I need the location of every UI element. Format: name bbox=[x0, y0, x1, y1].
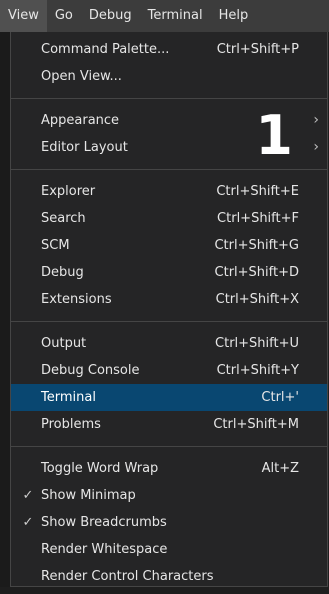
menu-item-render-whitespace[interactable]: Render Whitespace bbox=[11, 536, 327, 563]
menu-item-label: Search bbox=[41, 211, 86, 226]
menu-separator bbox=[11, 321, 327, 322]
menu-item-show-breadcrumbs[interactable]: ✓ Show Breadcrumbs bbox=[11, 509, 327, 536]
menu-group-panels: Output Ctrl+Shift+U Debug Console Ctrl+S… bbox=[11, 326, 327, 442]
chevron-right-icon: › bbox=[313, 112, 319, 128]
menu-item-debug-console[interactable]: Debug Console Ctrl+Shift+Y bbox=[11, 357, 327, 384]
menu-item-terminal[interactable]: Terminal Ctrl+' bbox=[11, 384, 327, 411]
menu-bar: View Go Debug Terminal Help bbox=[0, 0, 329, 32]
menu-item-label: Open View... bbox=[41, 69, 122, 84]
menu-help[interactable]: Help bbox=[211, 0, 257, 32]
menu-item-label: Render Whitespace bbox=[41, 542, 168, 557]
view-menu-dropdown: Command Palette... Ctrl+Shift+P Open Vie… bbox=[10, 32, 328, 587]
check-icon: ✓ bbox=[22, 488, 34, 503]
menu-item-debug[interactable]: Debug Ctrl+Shift+D bbox=[11, 259, 327, 286]
menu-item-label: Problems bbox=[41, 417, 101, 432]
chevron-right-icon: › bbox=[313, 139, 319, 155]
menu-item-command-palette[interactable]: Command Palette... Ctrl+Shift+P bbox=[11, 36, 327, 63]
editor-backdrop bbox=[0, 32, 10, 587]
menu-item-label: Extensions bbox=[41, 292, 112, 307]
menu-item-label: Output bbox=[41, 336, 87, 351]
menu-item-shortcut: Ctrl+Shift+P bbox=[216, 42, 299, 57]
menu-item-label: SCM bbox=[41, 238, 70, 253]
menu-item-shortcut: Ctrl+Shift+M bbox=[213, 417, 299, 432]
menu-item-label: Command Palette... bbox=[41, 42, 170, 57]
menu-item-label: Explorer bbox=[41, 184, 96, 199]
menu-item-explorer[interactable]: Explorer Ctrl+Shift+E bbox=[11, 178, 327, 205]
menu-item-label: Terminal bbox=[41, 390, 96, 405]
menu-item-editor-layout[interactable]: Editor Layout › bbox=[11, 134, 327, 161]
menu-item-shortcut: Ctrl+Shift+Y bbox=[216, 363, 299, 378]
menu-item-appearance[interactable]: Appearance › bbox=[11, 107, 327, 134]
menu-item-shortcut: Ctrl+Shift+E bbox=[216, 184, 299, 199]
menu-item-label: Show Breadcrumbs bbox=[41, 515, 167, 530]
menu-item-shortcut: Ctrl+Shift+F bbox=[217, 211, 299, 226]
check-icon: ✓ bbox=[22, 515, 34, 530]
menu-item-label: Appearance bbox=[41, 113, 120, 128]
menu-item-shortcut: Ctrl+Shift+X bbox=[215, 292, 299, 307]
menu-item-label: Render Control Characters bbox=[41, 569, 214, 584]
menu-item-label: Debug bbox=[41, 265, 84, 280]
menu-separator bbox=[11, 446, 327, 447]
menu-group-layout: 1 Appearance › Editor Layout › bbox=[11, 103, 327, 165]
menu-item-shortcut: Ctrl+Shift+G bbox=[214, 238, 299, 253]
menu-item-render-control-characters[interactable]: Render Control Characters bbox=[11, 563, 327, 590]
menu-item-shortcut: Ctrl+' bbox=[261, 390, 299, 405]
menu-item-scm[interactable]: SCM Ctrl+Shift+G bbox=[11, 232, 327, 259]
menu-item-extensions[interactable]: Extensions Ctrl+Shift+X bbox=[11, 286, 327, 313]
menu-item-search[interactable]: Search Ctrl+Shift+F bbox=[11, 205, 327, 232]
menu-item-shortcut: Ctrl+Shift+U bbox=[215, 336, 299, 351]
menu-debug[interactable]: Debug bbox=[81, 0, 140, 32]
menu-item-output[interactable]: Output Ctrl+Shift+U bbox=[11, 330, 327, 357]
menu-go[interactable]: Go bbox=[47, 0, 81, 32]
menu-view[interactable]: View bbox=[0, 0, 47, 32]
menu-separator bbox=[11, 98, 327, 99]
menu-group-commands: Command Palette... Ctrl+Shift+P Open Vie… bbox=[11, 32, 327, 94]
menu-group-editor-options: Toggle Word Wrap Alt+Z ✓ Show Minimap ✓ … bbox=[11, 451, 327, 594]
menu-separator bbox=[11, 169, 327, 170]
menu-item-open-view[interactable]: Open View... bbox=[11, 63, 327, 90]
menu-item-toggle-word-wrap[interactable]: Toggle Word Wrap Alt+Z bbox=[11, 455, 327, 482]
menu-item-show-minimap[interactable]: ✓ Show Minimap bbox=[11, 482, 327, 509]
menu-item-label: Toggle Word Wrap bbox=[41, 461, 159, 476]
menu-terminal[interactable]: Terminal bbox=[140, 0, 211, 32]
menu-item-problems[interactable]: Problems Ctrl+Shift+M bbox=[11, 411, 327, 438]
menu-item-label: Debug Console bbox=[41, 363, 140, 378]
menu-group-views: Explorer Ctrl+Shift+E Search Ctrl+Shift+… bbox=[11, 174, 327, 317]
menu-item-label: Editor Layout bbox=[41, 140, 128, 155]
menu-item-shortcut: Ctrl+Shift+D bbox=[214, 265, 299, 280]
menu-item-shortcut: Alt+Z bbox=[261, 461, 299, 476]
menu-item-label: Show Minimap bbox=[41, 488, 136, 503]
